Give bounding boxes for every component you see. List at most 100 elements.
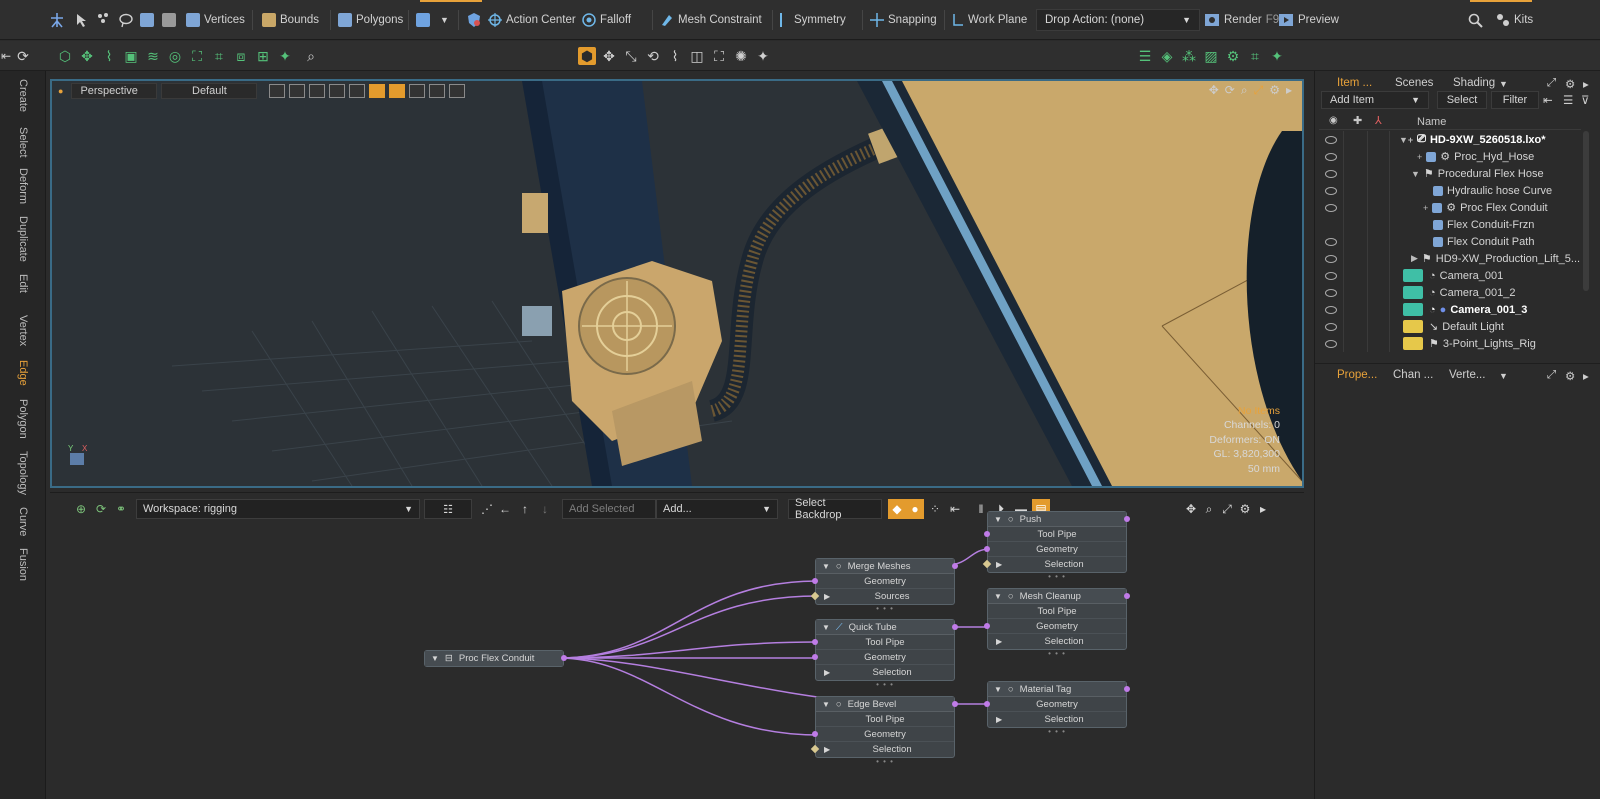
node-mesh-cleanup[interactable]: ▼ ○ Mesh Cleanup Tool Pipe Geometry ▶ Selec… [984, 588, 1130, 658]
visibility-eye-icon[interactable] [1325, 169, 1337, 178]
tab-curve[interactable]: Curve [17, 507, 29, 536]
list-icon[interactable]: ☰ [1136, 47, 1154, 65]
output-port[interactable] [1124, 686, 1130, 692]
item-mode-alt-icon[interactable] [162, 9, 176, 31]
settings-icon[interactable]: ⚙ [1269, 83, 1280, 98]
split-view-icon[interactable] [429, 84, 446, 98]
node-header[interactable]: ▼ ○ Edge Bevel [816, 697, 958, 712]
visibility-eye-icon[interactable] [1325, 271, 1337, 280]
output-port[interactable] [561, 655, 567, 661]
loop-tool-icon[interactable]: ◎ [166, 47, 184, 65]
node-input-selection[interactable]: ▶ Selection [988, 712, 1126, 727]
node-header[interactable]: ▼ ○ Merge Meshes [816, 559, 958, 574]
work-plane-button[interactable]: Work Plane [952, 9, 1027, 31]
node-input-geometry[interactable]: Geometry [984, 619, 1126, 634]
tree-item-active[interactable]: ◔ ● Camera_001_3 [1319, 301, 1581, 318]
falloff-button[interactable]: Falloff [582, 9, 631, 31]
node-input-tool-pipe[interactable]: Tool Pipe [816, 712, 954, 727]
tree-item[interactable]: Hydraulic hose Curve [1319, 182, 1581, 199]
scale-icon[interactable]: ⤡ [622, 47, 640, 65]
thicken-tool-icon[interactable]: ⊞ [254, 47, 272, 65]
visibility-eye-icon[interactable] [1325, 254, 1337, 263]
tab-create[interactable]: Create [17, 79, 29, 112]
paint-select-icon[interactable] [96, 9, 114, 31]
cube-select-icon[interactable]: ⬢ [578, 47, 596, 65]
tab-duplicate[interactable]: Duplicate [17, 216, 29, 262]
tree-item[interactable]: ◔ Camera_001 [1319, 267, 1581, 284]
collapse-all-icon[interactable]: ⇤ [1543, 93, 1553, 107]
kits-button[interactable]: Kits [1496, 9, 1533, 31]
collapse-arrow-icon[interactable]: ▼ [822, 700, 830, 709]
select-button[interactable]: Select [1437, 91, 1487, 109]
move-tool-icon[interactable]: ✥ [78, 47, 96, 65]
tree-item[interactable]: Flex Conduit Path [1319, 233, 1581, 250]
grid-icon[interactable] [289, 84, 306, 98]
close-icon[interactable]: ▸ [1583, 77, 1589, 91]
gear-icon[interactable]: ⚙ [1565, 369, 1575, 383]
gear-icon[interactable]: ⚙ [1565, 77, 1575, 91]
node-more-dots[interactable]: • • • [1048, 649, 1066, 658]
tab-vertex[interactable]: Vertex [17, 315, 29, 346]
node-input-tool-pipe[interactable]: Tool Pipe [984, 527, 1126, 542]
add-item-dropdown[interactable]: Add Item ▼ [1321, 91, 1429, 109]
collapse-arrow-icon[interactable]: ▼ [994, 685, 1002, 694]
input-port[interactable] [812, 639, 818, 645]
tab-polygon[interactable]: Polygon [17, 399, 29, 439]
node-more-dots[interactable]: • • • [876, 604, 894, 613]
tree-item[interactable]: + ⚙ Proc_Hyd_Hose [1319, 148, 1581, 165]
node-header[interactable]: ▼ ○ Mesh Cleanup [988, 589, 1130, 604]
plus-star-icon[interactable]: ✦ [1268, 47, 1286, 65]
output-port[interactable] [1124, 593, 1130, 599]
expand-icon[interactable]: ▸ [1286, 83, 1292, 98]
frame-icon[interactable]: ⛶ [710, 47, 728, 65]
output-port[interactable] [1124, 516, 1130, 522]
item-mode-icon[interactable] [140, 9, 154, 31]
expand-plus-icon[interactable]: + [1423, 203, 1428, 213]
cube-tool-icon[interactable]: ⬡ [56, 47, 74, 65]
viewport-pin-icon[interactable]: ● [58, 86, 63, 96]
vertices-button[interactable]: Vertices [186, 9, 245, 31]
tree-item[interactable]: ▼ ⚑ Procedural Flex Hose [1319, 165, 1581, 182]
zoom-tool-icon[interactable]: ⌕ [302, 47, 320, 65]
node-header[interactable]: ▼ ⊟ Proc Flex Conduit [425, 651, 563, 666]
maximize-icon[interactable]: ⤢ [1254, 83, 1264, 98]
expand-arrow-icon[interactable]: ▶ [1411, 253, 1418, 264]
column-settings-icon[interactable]: ☰ [1563, 93, 1573, 107]
visibility-eye-icon[interactable] [1325, 305, 1337, 314]
node-input-geometry[interactable]: Geometry [812, 574, 954, 589]
expand-arrow-icon[interactable]: ▼ [1411, 169, 1420, 179]
view-type-dropdown[interactable]: Perspective [71, 83, 158, 99]
visibility-eye-icon[interactable] [1325, 186, 1337, 195]
tab-items[interactable]: Item ... [1337, 77, 1372, 89]
maximize-icon[interactable]: ⤢ [1547, 77, 1556, 90]
output-port[interactable] [952, 563, 958, 569]
node-header[interactable]: ▼ ○ Push [988, 512, 1130, 527]
node-input-selection[interactable]: ▶ Selection [988, 634, 1126, 649]
drop-action-dropdown[interactable]: Drop Action: (none) ▼ [1036, 9, 1200, 31]
collapse-arrow-icon[interactable]: ▼ [994, 515, 1002, 524]
symmetry-button[interactable]: Symmetry [780, 9, 846, 31]
node-input-geometry[interactable]: Geometry [984, 697, 1126, 712]
path-tool-icon[interactable]: ⌇ [100, 47, 118, 65]
node-input-selection[interactable]: ▶ Selection [816, 665, 954, 680]
filter-button[interactable]: Filter [1491, 91, 1539, 109]
node-more-dots[interactable]: • • • [1048, 727, 1066, 736]
node-input-geometry[interactable]: Geometry [812, 727, 954, 742]
lasso-icon[interactable] [118, 9, 134, 31]
render-button[interactable]: Render F9 [1204, 9, 1279, 31]
polygons-button[interactable]: Polygons [338, 9, 403, 31]
tab-edge[interactable]: Edge [17, 360, 29, 386]
layers-icon[interactable]: ◈ [1158, 47, 1176, 65]
tab-fusion[interactable]: Fusion [17, 548, 29, 581]
tree-item[interactable]: ⚑ 3-Point_Lights_Rig [1319, 335, 1581, 352]
tab-shading[interactable]: Shading [1453, 77, 1495, 89]
output-port[interactable] [952, 701, 958, 707]
tree-scrollbar[interactable] [1583, 131, 1589, 291]
tab-channels[interactable]: Chan ... [1393, 369, 1433, 381]
orbit-icon[interactable]: ⟳ [1225, 83, 1235, 98]
node-input-selection[interactable]: ▶ Selection [982, 557, 1126, 572]
node-input-selection[interactable]: ▶ Selection [810, 742, 954, 757]
node-input-geometry[interactable]: Geometry [984, 542, 1126, 557]
tree-item-scene[interactable]: ▼+ ⎚ HD-9XW_5260518.lxo* [1319, 131, 1581, 148]
visibility-eye-icon[interactable] [1325, 288, 1337, 297]
